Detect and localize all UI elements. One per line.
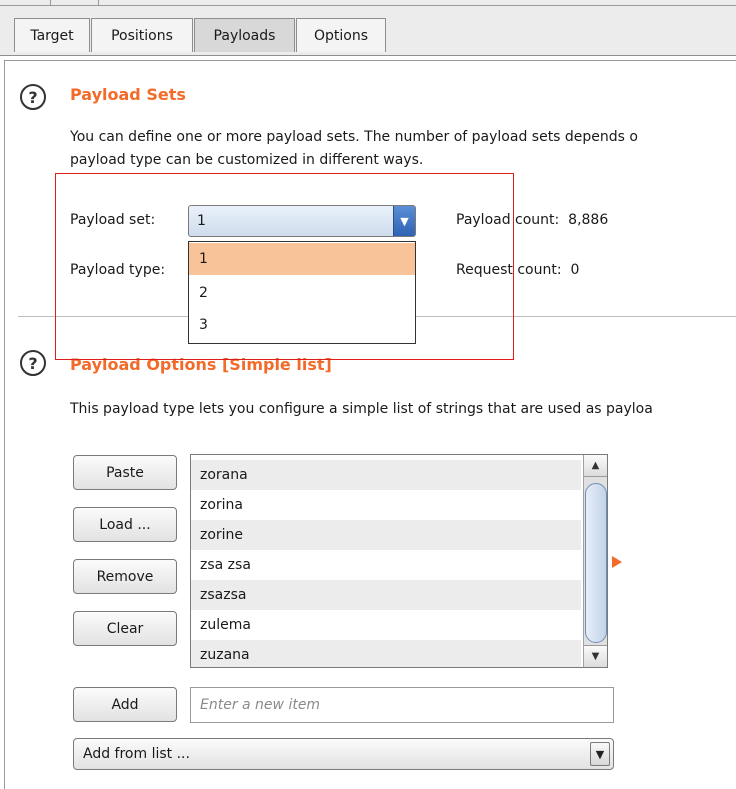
dropdown-option-2[interactable]: 2 [189,277,415,309]
payload-set-dropdown: 1 2 3 [188,241,416,344]
list-item[interactable]: zuzana [191,640,581,667]
list-item[interactable]: zorina [191,490,581,520]
payload-options-help-icon[interactable]: ? [20,350,46,376]
request-count-label: Request count: 0 [456,262,579,278]
payload-count-value: 8,886 [568,212,609,228]
new-item-input[interactable]: Enter a new item [190,687,614,723]
tab-positions[interactable]: Positions [91,18,193,52]
chevron-down-icon[interactable]: ▼ [393,206,415,236]
list-item[interactable]: zorana [191,460,581,490]
triangle-right-icon[interactable] [612,556,622,568]
list-item[interactable]: zorine [191,520,581,550]
remove-button[interactable]: Remove [73,559,177,594]
tab-target[interactable]: Target [14,18,90,52]
add-from-list-select[interactable]: Add from list ... ▼ [73,738,614,770]
list-item[interactable]: zsazsa [191,580,581,610]
dropdown-option-3[interactable]: 3 [189,309,415,341]
payload-sets-description: You can define one or more payload sets.… [70,129,638,145]
dropdown-option-1[interactable]: 1 [189,243,415,275]
payload-type-label: Payload type: [70,262,166,278]
request-count-caption: Request count: [456,262,562,278]
add-from-list-label: Add from list ... [83,746,190,762]
list-scrollbar[interactable]: ▲ ▼ [583,455,607,667]
paste-button[interactable]: Paste [73,455,177,490]
tab-payloads[interactable]: Payloads [194,18,295,52]
intruder-tab-bar: Target Positions Payloads Options [0,6,736,56]
scroll-down-icon[interactable]: ▼ [584,645,607,667]
clear-button[interactable]: Clear [73,611,177,646]
tab-options[interactable]: Options [296,18,386,52]
list-item[interactable]: zsa zsa [191,550,581,580]
payload-sets-help-icon[interactable]: ? [20,84,46,110]
payload-sets-description-2: payload type can be customized in differ… [70,152,424,168]
payload-options-description: This payload type lets you configure a s… [70,401,653,417]
payload-count-label: Payload count: 8,886 [456,212,608,228]
payload-count-caption: Payload count: [456,212,560,228]
payload-sets-title: Payload Sets [70,85,186,104]
scrollbar-thumb[interactable] [585,483,607,643]
scroll-up-icon[interactable]: ▲ [584,455,607,477]
request-count-value: 0 [570,262,580,278]
payload-options-title: Payload Options [Simple list] [70,355,332,374]
chevron-down-icon[interactable]: ▼ [590,742,610,766]
add-button[interactable]: Add [73,687,177,722]
payload-set-label: Payload set: [70,212,156,228]
payload-set-select[interactable]: 1 ▼ [188,205,416,237]
list-item[interactable]: zulema [191,610,581,640]
new-item-placeholder: Enter a new item [200,697,321,713]
load-button[interactable]: Load ... [73,507,177,542]
payload-list[interactable]: zorana zorina zorine zsa zsa zsazsa zule… [190,454,608,668]
payload-set-value: 1 [197,213,206,229]
